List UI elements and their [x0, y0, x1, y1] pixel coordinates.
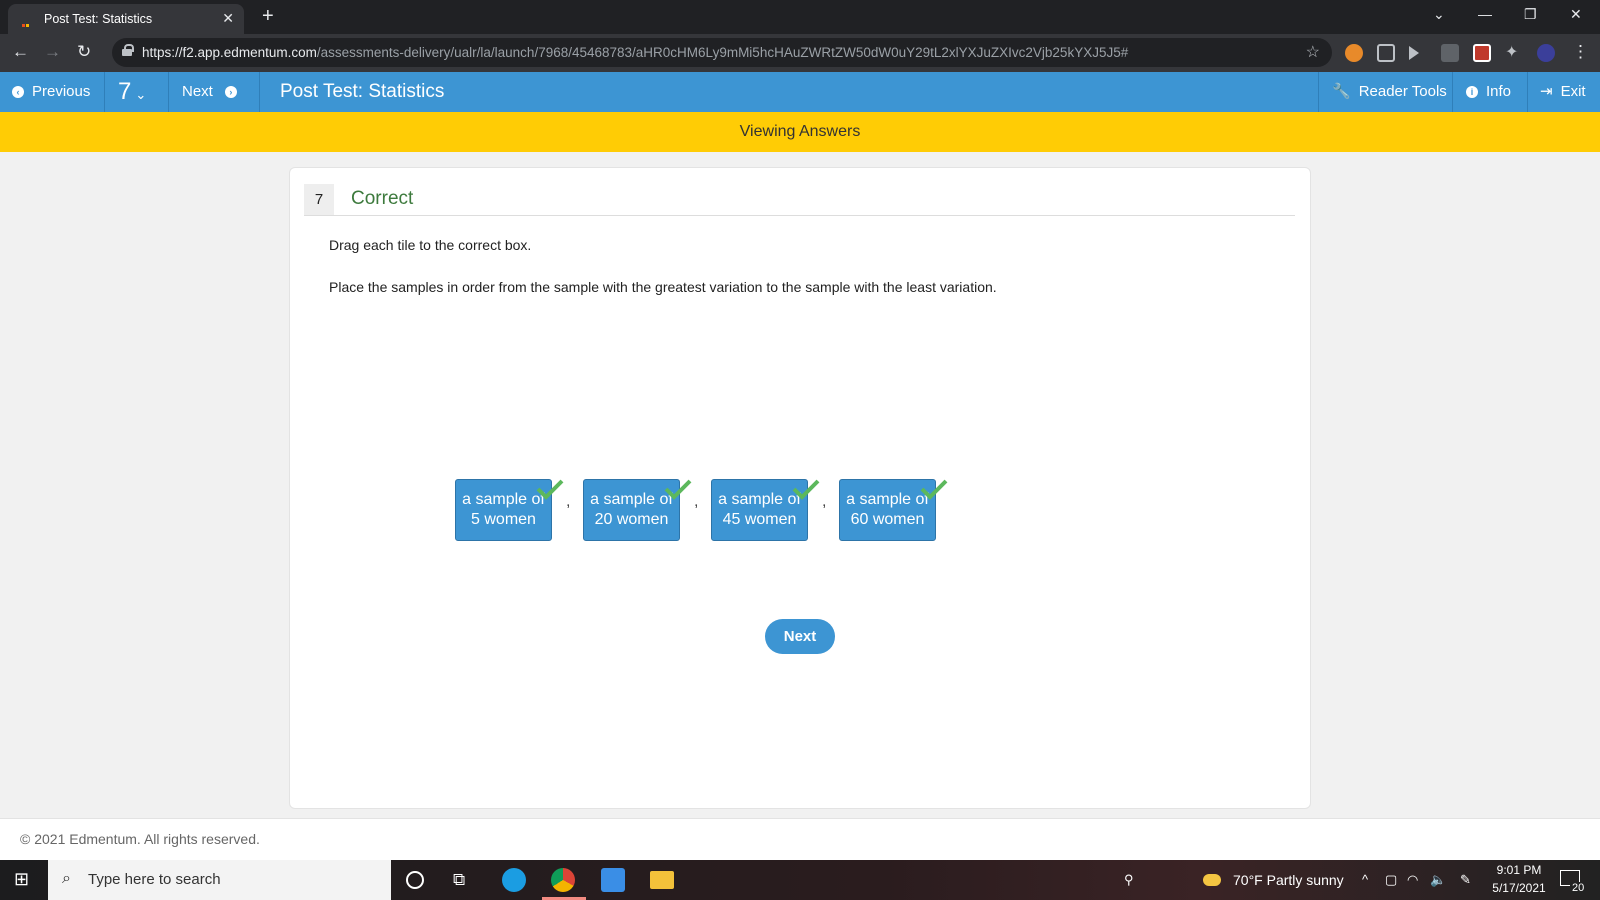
next-button[interactable]: Next: [765, 619, 835, 654]
meet-now-icon[interactable]: ▢: [1385, 872, 1397, 888]
extensions-puzzle-icon[interactable]: ✦: [1505, 42, 1523, 61]
arrow-right-circle-icon: ›: [224, 86, 237, 99]
reader-extension-icon[interactable]: [1377, 44, 1395, 62]
answer-tile[interactable]: a sample of 60 women: [839, 479, 948, 541]
address-bar[interactable]: https://f2.app.edmentum.com/assessments-…: [112, 38, 1332, 67]
arrow-left-circle-icon: ‹: [12, 86, 24, 99]
chevron-up-icon[interactable]: ^: [1362, 872, 1368, 887]
page-title: Post Test: Statistics: [280, 81, 445, 102]
taskbar-search-box[interactable]: ⌕ Type here to search: [48, 860, 391, 900]
window-close-icon[interactable]: ✕: [1570, 6, 1582, 23]
exit-button[interactable]: ⇥ Exit: [1540, 72, 1586, 112]
task-view-icon[interactable]: ⧉: [453, 870, 477, 894]
bookmark-star-icon[interactable]: ☆: [1306, 42, 1320, 62]
chrome-browser-icon[interactable]: [551, 868, 575, 892]
new-tab-icon[interactable]: +: [262, 5, 274, 28]
viewing-answers-banner: Viewing Answers: [0, 112, 1600, 152]
checkmark-icon: [536, 479, 564, 500]
question-header: 7 Correct: [304, 184, 1295, 216]
checkmark-icon: [920, 479, 948, 500]
page-footer: © 2021 Edmentum. All rights reserved.: [0, 818, 1600, 860]
restore-icon[interactable]: ❐: [1524, 6, 1537, 23]
minimize-icon[interactable]: —: [1478, 6, 1492, 22]
reload-icon[interactable]: ↻: [77, 42, 91, 62]
question-number: 7: [304, 184, 334, 215]
question-selector[interactable]: 7 ⌄: [118, 72, 146, 112]
answer-tile[interactable]: a sample of 20 women: [583, 479, 692, 541]
wifi-icon[interactable]: ◠: [1407, 872, 1418, 888]
chevron-down-icon: ⌄: [135, 87, 147, 102]
url-text: https://f2.app.edmentum.com/assessments-…: [142, 45, 1129, 60]
wrench-icon: 🔧: [1332, 83, 1351, 100]
exit-icon: ⇥: [1540, 83, 1553, 100]
pen-icon[interactable]: ✎: [1460, 872, 1471, 888]
people-icon[interactable]: ⚲: [1124, 872, 1134, 888]
clock-date[interactable]: 5/17/2021: [1488, 881, 1550, 895]
play-extension-icon[interactable]: [1409, 46, 1419, 60]
cortana-icon[interactable]: [406, 871, 424, 889]
browser-tab-title: Post Test: Statistics: [44, 12, 153, 26]
answer-tile[interactable]: a sample of 45 women: [711, 479, 820, 541]
info-button[interactable]: i Info: [1466, 72, 1511, 112]
browser-tab-bar: Post Test: Statistics ✕ + ⌄ — ❐ ✕: [0, 0, 1600, 41]
menu-kebab-icon[interactable]: ⋮: [1572, 42, 1589, 62]
profile-avatar[interactable]: [1537, 44, 1555, 62]
weather-icon: [1203, 874, 1221, 886]
volume-icon[interactable]: 🔈: [1430, 872, 1446, 888]
checkmark-icon: [664, 479, 692, 500]
extension-icon[interactable]: [1345, 44, 1363, 62]
close-tab-icon[interactable]: ✕: [222, 10, 234, 27]
search-icon: ⌕: [62, 870, 71, 887]
forward-arrow-icon[interactable]: →: [44, 42, 61, 62]
reader-tools-button[interactable]: 🔧 Reader Tools: [1332, 72, 1447, 112]
edge-browser-icon[interactable]: [502, 868, 526, 892]
result-status: Correct: [351, 188, 414, 209]
instruction-text: Drag each tile to the correct box.: [329, 237, 532, 253]
info-icon: i: [1466, 86, 1478, 99]
next-question-button[interactable]: Next ›: [182, 72, 237, 112]
copyright-text: © 2021 Edmentum. All rights reserved.: [20, 831, 260, 847]
separator-comma: ,: [822, 493, 827, 510]
edmentum-favicon-icon: [22, 16, 32, 41]
microsoft-store-icon[interactable]: [601, 868, 625, 892]
clock-time[interactable]: 9:01 PM: [1488, 863, 1550, 877]
lock-icon: [122, 44, 134, 57]
question-prompt: Place the samples in order from the samp…: [329, 279, 997, 295]
weather-text[interactable]: 70°F Partly sunny: [1233, 872, 1344, 888]
answer-tile[interactable]: a sample of 5 women: [455, 479, 564, 541]
previous-button[interactable]: ‹ Previous: [12, 72, 90, 112]
notification-count: 20: [1570, 882, 1587, 894]
browser-toolbar: ← → ↻ https://f2.app.edmentum.com/assess…: [0, 34, 1600, 72]
profile-dropdown-icon[interactable]: ⌄: [1433, 6, 1445, 23]
windows-start-icon[interactable]: ⊞: [14, 869, 38, 893]
separator-comma: ,: [694, 493, 699, 510]
assessment-header: ‹ Previous 7 ⌄ Next › Post Test: Statistics…: [0, 72, 1600, 112]
back-arrow-icon[interactable]: ←: [12, 42, 29, 62]
browser-tab[interactable]: Post Test: Statistics ✕: [8, 4, 244, 41]
screen-extension-icon[interactable]: [1473, 44, 1491, 62]
question-card: 7 Correct Drag each tile to the correct …: [289, 167, 1311, 809]
k-extension-icon[interactable]: [1441, 44, 1459, 62]
separator-comma: ,: [566, 493, 571, 510]
file-explorer-icon[interactable]: [650, 871, 674, 889]
checkmark-icon: [792, 479, 820, 500]
windows-taskbar: ⊞ ⌕ Type here to search ⧉ ⚲ 70°F Partly …: [0, 860, 1600, 900]
